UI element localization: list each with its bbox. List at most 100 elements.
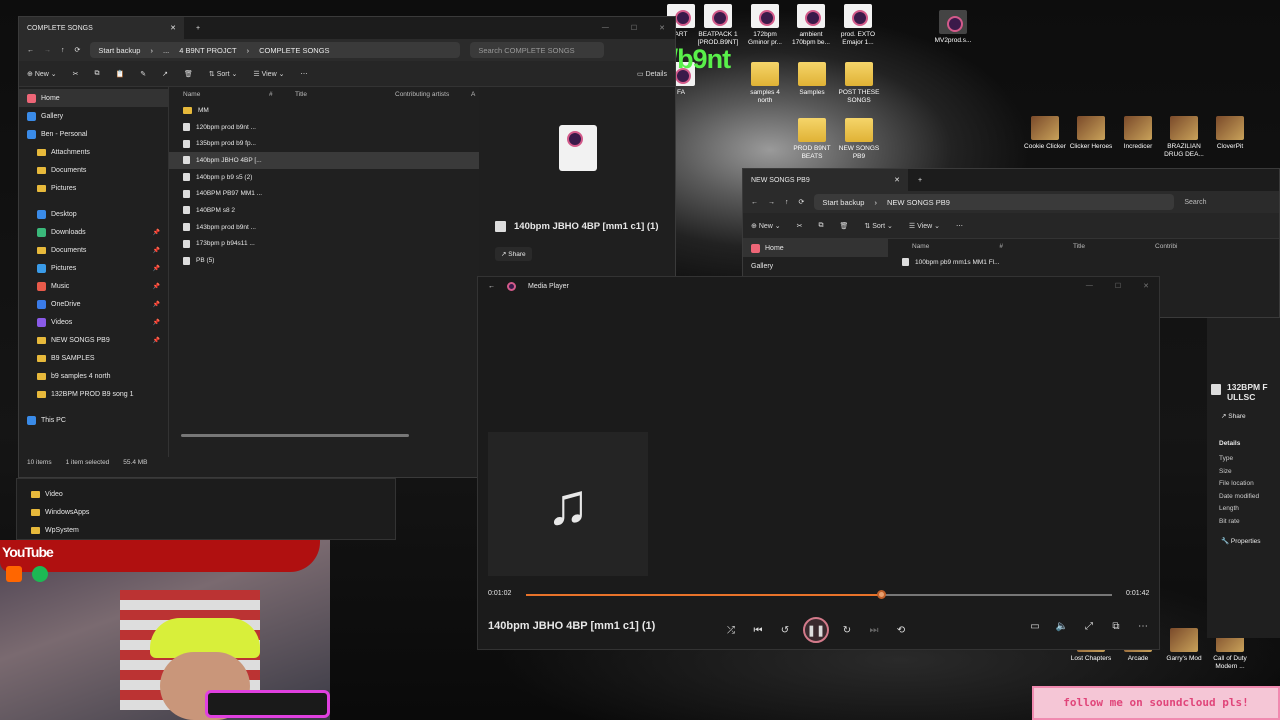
desktop-icon[interactable]: Garry's Mod — [1161, 628, 1207, 663]
cut-icon[interactable]: ✂ — [797, 222, 803, 230]
volume-icon[interactable]: 🔈 — [1053, 617, 1071, 635]
sidebar-item[interactable]: WindowsApps — [17, 503, 395, 521]
sidebar-item[interactable]: Videos 📌 — [19, 313, 168, 331]
file-row[interactable]: 143bpm prod b9nt ... — [169, 219, 479, 236]
file-row[interactable]: 173bpm p b94s11 ... — [169, 236, 479, 253]
pause-button[interactable]: ❚❚ — [803, 617, 829, 643]
desktop-icon[interactable]: Samples — [789, 62, 835, 97]
new-tab-icon[interactable]: + — [196, 25, 200, 32]
close-icon[interactable]: ✕ — [894, 176, 900, 184]
details-toggle-button[interactable]: ▭ Details — [637, 70, 667, 78]
sidebar-item-home[interactable]: Home — [743, 239, 888, 257]
column-album[interactable]: A — [471, 91, 475, 98]
maximize-icon[interactable]: ☐ — [1115, 282, 1121, 290]
next-icon[interactable]: ⏭ — [865, 621, 883, 639]
desktop-icon[interactable]: 172bpm Gminor pr... — [742, 4, 788, 47]
paste-icon[interactable]: 📋 — [116, 70, 125, 78]
cut-icon[interactable]: ✂ — [73, 70, 79, 78]
sidebar-item[interactable]: Documents — [19, 161, 168, 179]
desktop-icon[interactable]: PROD B9NT BEATS — [789, 118, 835, 161]
more-options-icon[interactable]: ⋯ — [1134, 617, 1152, 635]
desktop-icon[interactable]: Cookie Clicker — [1022, 116, 1068, 151]
rewind-10-icon[interactable]: ↺ — [776, 621, 794, 639]
search-input[interactable]: Search COMPLETE SONGS — [470, 42, 605, 58]
sidebar-item[interactable]: Pictures — [19, 179, 168, 197]
back-icon[interactable]: ← — [751, 199, 758, 206]
file-row[interactable]: 120bpm prod b9nt ... — [169, 119, 479, 136]
seek-thumb[interactable] — [876, 590, 886, 599]
properties-button[interactable]: 🔧 Properties — [1221, 537, 1280, 545]
refresh-icon[interactable]: ⟳ — [799, 198, 805, 206]
column-title[interactable]: Title — [295, 91, 395, 98]
back-icon[interactable]: ← — [27, 47, 34, 54]
minimize-icon[interactable]: — — [1086, 282, 1093, 290]
close-icon[interactable]: ✕ — [170, 24, 176, 32]
sidebar-item[interactable]: Documents 📌 — [19, 241, 168, 259]
sidebar-item[interactable]: Home — [19, 89, 168, 107]
shuffle-icon[interactable]: ⤮ — [722, 621, 740, 639]
new-tab-icon[interactable]: + — [918, 177, 922, 184]
close-window-icon[interactable]: ✕ — [659, 24, 665, 32]
column-name[interactable]: Name — [183, 91, 269, 98]
copy-icon[interactable]: ⧉ — [819, 222, 824, 230]
desktop-icon[interactable]: NEW SONGS PB9 — [836, 118, 882, 161]
file-row[interactable]: 140BPM s8 2 — [169, 202, 479, 219]
desktop-icon[interactable]: POST THESE SONGS — [836, 62, 882, 105]
previous-icon[interactable]: ⏮ — [749, 621, 767, 639]
desktop-icon[interactable]: CloverPit — [1207, 116, 1253, 151]
refresh-icon[interactable]: ⟳ — [75, 46, 81, 54]
sidebar-item[interactable]: WpSystem — [17, 521, 395, 539]
sidebar-item[interactable]: Pictures 📌 — [19, 259, 168, 277]
sidebar-item-gallery[interactable]: Gallery — [743, 257, 888, 275]
desktop-icon[interactable]: BRAZILIAN DRUG DEA... — [1161, 116, 1207, 159]
file-row[interactable]: 140bpm p b9 s5 (2) — [169, 169, 479, 186]
close-window-icon[interactable]: ✕ — [1143, 282, 1149, 290]
fullscreen-icon[interactable]: ⤢ — [1080, 617, 1098, 635]
maximize-icon[interactable]: ☐ — [631, 24, 637, 32]
file-row[interactable]: PB (5) — [169, 252, 479, 269]
sidebar-item[interactable]: Music 📌 — [19, 277, 168, 295]
forward-icon[interactable]: → — [768, 199, 775, 206]
tab-new-songs[interactable]: NEW SONGS PB9 ✕ — [743, 169, 908, 191]
desktop-icon[interactable]: MV2prod.s... — [930, 10, 976, 45]
more-icon[interactable]: ⋯ — [300, 70, 307, 78]
captions-icon[interactable]: ▭ — [1026, 617, 1044, 635]
view-button[interactable]: ☰ View ⌄ — [909, 222, 940, 230]
search-input[interactable]: Search — [1184, 199, 1206, 206]
delete-icon[interactable]: 🗑 — [840, 222, 849, 230]
breadcrumb[interactable]: Start backup › NEW SONGS PB9 — [814, 194, 1175, 210]
more-icon[interactable]: ⋯ — [956, 222, 963, 230]
sort-button[interactable]: ⇅ Sort ⌄ — [209, 70, 237, 78]
mini-player-icon[interactable]: ⧉ — [1107, 617, 1125, 635]
new-button[interactable]: ⊕ New ⌄ — [27, 70, 57, 78]
back-icon[interactable]: ← — [488, 283, 495, 290]
seek-bar[interactable] — [526, 590, 1112, 599]
sidebar-item[interactable]: Gallery — [19, 107, 168, 125]
sidebar-item[interactable]: Desktop — [19, 205, 168, 223]
sidebar-item[interactable]: OneDrive 📌 — [19, 295, 168, 313]
sidebar-item[interactable]: NEW SONGS PB9 📌 — [19, 331, 168, 349]
column-number[interactable]: # — [269, 91, 295, 98]
new-button[interactable]: ⊕ New ⌄ — [751, 222, 781, 230]
sidebar-item[interactable]: b9 samples 4 north — [19, 367, 168, 385]
sidebar-item[interactable]: This PC — [19, 411, 168, 429]
desktop-icon[interactable]: Incredicer — [1115, 116, 1161, 151]
sidebar-item[interactable]: Downloads 📌 — [19, 223, 168, 241]
file-row[interactable]: MM — [169, 102, 479, 119]
share-button[interactable]: ↗ Share — [1221, 412, 1280, 420]
file-row[interactable]: 140BPM PB97 MM1 ... — [169, 185, 479, 202]
breadcrumb[interactable]: Start backup ›... 4 B9NT PROJCT › COMPLETE S… — [90, 42, 461, 58]
up-icon[interactable]: ↑ — [785, 199, 789, 206]
sidebar-item[interactable]: Attachments — [19, 143, 168, 161]
desktop-icon[interactable]: prod. EXTO Emajor 1... — [835, 4, 881, 47]
share-icon[interactable]: ↗ — [162, 70, 168, 78]
sidebar-item[interactable]: 132BPM PROD B9 song 1 — [19, 385, 168, 403]
sort-button[interactable]: ⇅ Sort ⌄ — [864, 222, 892, 230]
column-contributing-artists[interactable]: Contributing artists — [395, 91, 471, 98]
list-item[interactable]: 100bpm pb9 mm1s MM1 Fl... — [888, 254, 1279, 271]
desktop-icon[interactable]: samples 4 north — [742, 62, 788, 105]
desktop-icon[interactable]: ambient 170bpm be... — [788, 4, 834, 47]
view-button[interactable]: ☰ View ⌄ — [253, 70, 284, 78]
delete-icon[interactable]: 🗑 — [184, 70, 193, 78]
forward-icon[interactable]: → — [44, 47, 51, 54]
